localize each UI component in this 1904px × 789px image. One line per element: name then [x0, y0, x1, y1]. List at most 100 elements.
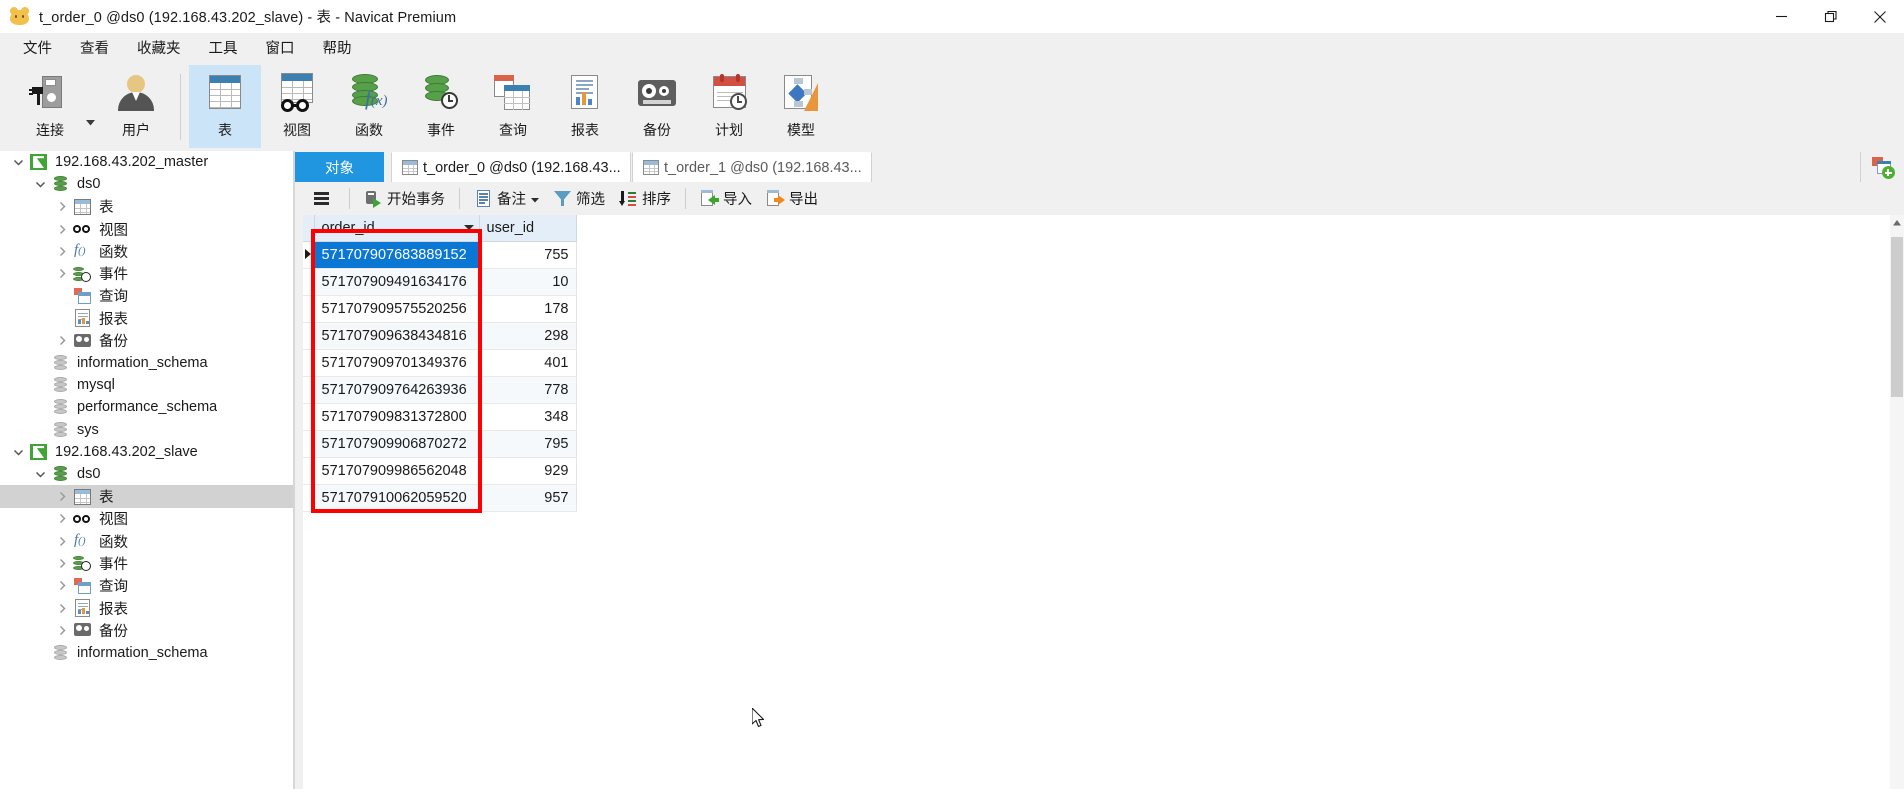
cell-order_id[interactable]: 571707909701349376 — [314, 349, 480, 377]
tab-objects[interactable]: 对象 — [295, 152, 384, 182]
sort-button[interactable]: 排序 — [612, 185, 678, 212]
row-indicator[interactable] — [303, 268, 315, 296]
tree-item[interactable]: 事件 — [0, 262, 293, 284]
tree-twisty-icon[interactable] — [52, 536, 72, 547]
tree-item[interactable]: 报表 — [0, 597, 293, 619]
tree-twisty-icon[interactable] — [30, 179, 50, 190]
close-button[interactable] — [1855, 0, 1904, 33]
tree-item[interactable]: 报表 — [0, 307, 293, 329]
scroll-up-arrow[interactable] — [1890, 215, 1904, 231]
cell-order_id[interactable]: 571707909906870272 — [314, 430, 480, 458]
row-indicator[interactable] — [303, 457, 315, 485]
tree-item[interactable]: 表 — [0, 196, 293, 218]
table-row[interactable]: 571707909986562048 929 — [303, 457, 577, 485]
cell-order_id[interactable]: 571707909491634176 — [314, 268, 480, 296]
toolbar-button-function[interactable]: f(x) 函数 — [333, 65, 405, 148]
tree-twisty-icon[interactable] — [52, 513, 72, 524]
cell-user_id[interactable]: 957 — [479, 484, 577, 512]
menu-item-tools[interactable]: 工具 — [195, 33, 252, 62]
menu-item-view[interactable]: 查看 — [66, 33, 123, 62]
cell-user_id[interactable]: 795 — [479, 430, 577, 458]
toolbar-button-event[interactable]: 事件 — [405, 65, 477, 148]
tree-item[interactable]: 视图 — [0, 218, 293, 240]
table-row[interactable]: 571707909831372800 348 — [303, 403, 577, 431]
restore-button[interactable] — [1806, 0, 1855, 33]
filter-button[interactable]: 筛选 — [546, 185, 612, 212]
connection-dropdown-caret[interactable] — [86, 113, 100, 131]
row-indicator[interactable] — [303, 430, 315, 458]
row-indicator[interactable] — [303, 241, 315, 269]
table-row[interactable]: 571707909638434816 298 — [303, 322, 577, 350]
toolbar-button-model[interactable]: 模型 — [765, 65, 837, 148]
table-row[interactable]: 571707909701349376 401 — [303, 349, 577, 377]
tree-twisty-icon[interactable] — [52, 491, 72, 502]
tree-item[interactable]: ds0 — [0, 173, 293, 195]
tree-item[interactable]: mysql — [0, 374, 293, 396]
minimize-button[interactable] — [1757, 0, 1806, 33]
tree-item[interactable]: ds0 — [0, 463, 293, 485]
table-row[interactable]: 571707910062059520 957 — [303, 484, 577, 512]
tree-item[interactable]: 192.168.43.202_slave — [0, 441, 293, 463]
tree-item[interactable]: f() 函数 — [0, 240, 293, 262]
toolbar-button-view[interactable]: 视图 — [261, 65, 333, 148]
cell-order_id[interactable]: 571707910062059520 — [314, 484, 480, 512]
tree-twisty-icon[interactable] — [52, 268, 72, 279]
tree-item[interactable]: 备份 — [0, 619, 293, 641]
tab-t-order-0[interactable]: t_order_0 @ds0 (192.168.43... — [391, 152, 631, 182]
cell-user_id[interactable]: 178 — [479, 295, 577, 323]
table-row[interactable]: 571707909491634176 10 — [303, 268, 577, 296]
tree-twisty-icon[interactable] — [52, 335, 72, 346]
data-grid[interactable]: order_id user_id 571707907683889152 755 5717… — [303, 215, 1896, 789]
cell-user_id[interactable]: 401 — [479, 349, 577, 377]
begin-transaction-button[interactable]: 开始事务 — [357, 185, 452, 212]
toolbar-button-table[interactable]: 表 — [189, 65, 261, 148]
toolbar-button-user[interactable]: 用户 — [100, 65, 172, 148]
import-button[interactable]: 导入 — [693, 185, 759, 212]
row-indicator[interactable] — [303, 322, 315, 350]
new-query-icon[interactable] — [1860, 152, 1904, 182]
cell-user_id[interactable]: 10 — [479, 268, 577, 296]
cell-order_id[interactable]: 571707909638434816 — [314, 322, 480, 350]
tree-item[interactable]: information_schema — [0, 642, 293, 664]
menu-item-help[interactable]: 帮助 — [309, 33, 366, 62]
column-header-user_id[interactable]: user_id — [479, 215, 577, 242]
object-tree-sidebar[interactable]: 192.168.43.202_master ds0 表视图 f() 函数 事件 查询 报表 备份… — [0, 151, 293, 789]
tree-twisty-icon[interactable] — [30, 469, 50, 480]
column-filter-icon[interactable] — [463, 225, 474, 230]
toolbar-button-connection[interactable]: 连接 — [14, 65, 86, 148]
cell-order_id[interactable]: 571707909986562048 — [314, 457, 480, 485]
cell-user_id[interactable]: 755 — [479, 241, 577, 269]
row-indicator[interactable] — [303, 376, 315, 404]
toolbar-button-schedule[interactable]: 计划 — [693, 65, 765, 148]
vertical-scrollbar[interactable] — [1890, 215, 1904, 789]
scrollbar-thumb[interactable] — [1891, 237, 1903, 397]
tree-item[interactable]: 查询 — [0, 575, 293, 597]
tree-item[interactable]: 192.168.43.202_master — [0, 151, 293, 173]
menu-item-file[interactable]: 文件 — [9, 33, 66, 62]
cell-user_id[interactable]: 929 — [479, 457, 577, 485]
cell-user_id[interactable]: 298 — [479, 322, 577, 350]
column-header-order_id[interactable]: order_id — [314, 215, 480, 242]
tree-twisty-icon[interactable] — [52, 246, 72, 257]
table-row[interactable]: 571707909906870272 795 — [303, 430, 577, 458]
tree-item[interactable]: 备份 — [0, 329, 293, 351]
cell-order_id[interactable]: 571707909575520256 — [314, 295, 480, 323]
tree-twisty-icon[interactable] — [52, 558, 72, 569]
toolbar-button-query[interactable]: 查询 — [477, 65, 549, 148]
export-button[interactable]: 导出 — [759, 185, 825, 212]
cell-user_id[interactable]: 348 — [479, 403, 577, 431]
cell-order_id[interactable]: 571707909831372800 — [314, 403, 480, 431]
chevron-down-icon[interactable] — [531, 191, 539, 207]
tree-twisty-icon[interactable] — [8, 157, 28, 168]
tree-item[interactable]: 视图 — [0, 508, 293, 530]
cell-order_id[interactable]: 571707909764263936 — [314, 376, 480, 404]
menu-item-favorites[interactable]: 收藏夹 — [123, 33, 195, 62]
tree-item[interactable]: 表 — [0, 485, 293, 508]
row-indicator[interactable] — [303, 295, 315, 323]
tree-item[interactable]: 事件 — [0, 552, 293, 574]
tree-twisty-icon[interactable] — [52, 224, 72, 235]
row-indicator[interactable] — [303, 349, 315, 377]
tree-item[interactable]: sys — [0, 419, 293, 441]
table-row[interactable]: 571707909575520256 178 — [303, 295, 577, 323]
table-row[interactable]: 571707909764263936 778 — [303, 376, 577, 404]
